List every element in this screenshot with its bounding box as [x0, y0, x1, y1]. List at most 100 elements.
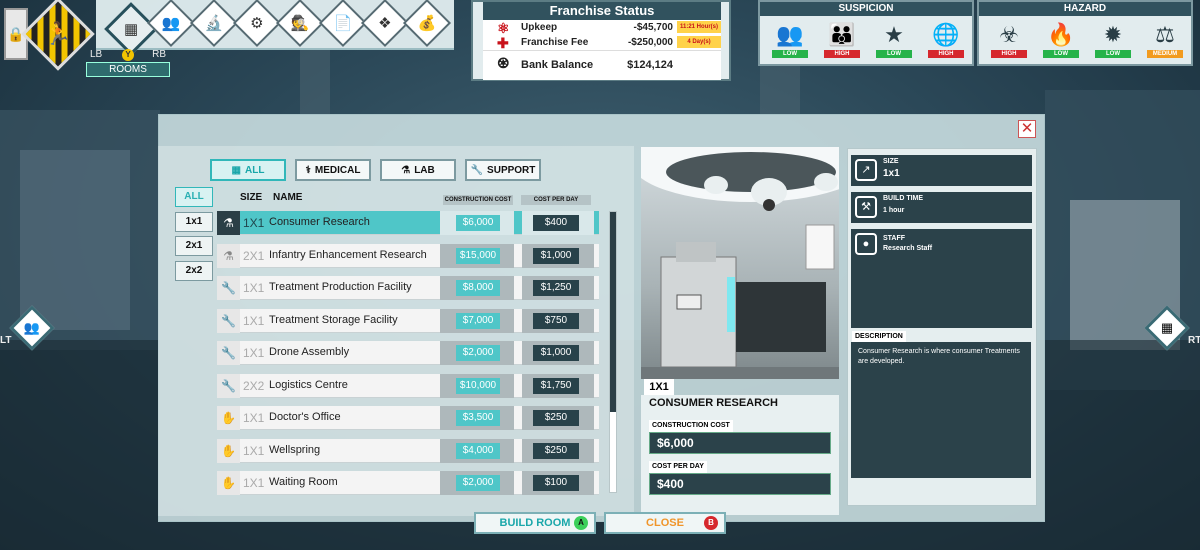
- room-row[interactable]: 🔧 2X2 Logistics Centre $10,000 $1,750: [217, 373, 599, 398]
- flask-icon: ⚗: [401, 164, 411, 176]
- size-filter-2x1[interactable]: 2x1: [175, 236, 213, 256]
- staff-value: Research Staff: [883, 245, 933, 252]
- size-detail: ↗ SIZE 1x1: [851, 155, 1032, 186]
- room-construction-cost: $2,000: [456, 345, 500, 361]
- room-per-day-cell: $250: [522, 406, 594, 430]
- size-filter-2x2[interactable]: 2x2: [175, 261, 213, 281]
- room-construction-cost: $8,000: [456, 280, 500, 296]
- hammer-icon: ⚒: [855, 196, 877, 218]
- suspicion-indicator[interactable]: 👥 LOW: [772, 20, 808, 58]
- room-construction-cost: $7,000: [456, 312, 500, 329]
- hazard-indicator[interactable]: ☣ HIGH: [991, 20, 1027, 58]
- room-row[interactable]: 🔧 1X1 Drone Assembly $2,000 $1,000: [217, 341, 599, 365]
- size-detail-label: SIZE: [883, 158, 899, 165]
- room-construction-cell: $4,000: [440, 438, 514, 463]
- stethoscope-icon: ⚕: [305, 164, 311, 176]
- suspicion-indicator[interactable]: ★ LOW: [876, 20, 912, 58]
- document-icon[interactable]: 📄: [318, 0, 368, 48]
- room-per-day-cell: $1,250: [522, 276, 594, 300]
- room-cost-per-day: $250: [533, 442, 579, 459]
- suspicion-level-badge: LOW: [876, 50, 912, 58]
- robot-arm-icon[interactable]: ⚙: [232, 0, 282, 48]
- upkeep-timer: 11:21 Hour(s): [677, 21, 721, 33]
- cost-per-day-label: COST PER DAY: [649, 461, 707, 473]
- room-cost-per-day: $400: [533, 215, 579, 231]
- construction-cost-header: CONSTRUCTION COST: [443, 195, 513, 205]
- rooms-diamond-icon[interactable]: ▦: [104, 2, 158, 56]
- close-icon[interactable]: ✕: [1018, 120, 1036, 138]
- y-button-icon: Y: [122, 49, 134, 61]
- description-label: DESCRIPTION: [852, 331, 906, 342]
- room-row[interactable]: ⚗ 2X1 Infantry Enhancement Research $15,000…: [217, 243, 599, 268]
- room-row[interactable]: 🔧 1X1 Treatment Storage Facility $7,000 $750: [217, 308, 599, 333]
- build-room-button[interactable]: BUILD ROOM A: [474, 512, 596, 534]
- staff-role-icon: ●: [855, 233, 877, 255]
- biohazard-icon: ☣: [999, 22, 1019, 47]
- rt-label: RT: [1188, 335, 1200, 346]
- scrollbar-thumb[interactable]: [610, 212, 616, 412]
- room-per-day-cell: $100: [522, 471, 594, 495]
- room-name: Consumer Research: [269, 216, 370, 228]
- rooms-label[interactable]: ROOMS: [86, 62, 170, 77]
- room-type-icon: ✋: [217, 438, 240, 463]
- room-type-icon: 🔧: [217, 341, 240, 365]
- room-name: Doctor's Office: [269, 411, 341, 423]
- balance-row: ♼ Bank Balance $124,124: [483, 50, 721, 76]
- network-icon[interactable]: ❖: [360, 0, 410, 48]
- room-type-icon: ⚗: [217, 211, 240, 235]
- room-row[interactable]: 🔧 1X1 Treatment Production Facility $8,000 $…: [217, 276, 599, 300]
- hazard-indicator[interactable]: ✹ LOW: [1095, 20, 1131, 58]
- vault-icon[interactable]: 💰: [402, 0, 452, 48]
- suspicion-indicator[interactable]: 🌐 HIGH: [928, 20, 964, 58]
- microscope-icon[interactable]: 🔬: [189, 0, 239, 48]
- fee-row: ✚ Franchise Fee -$250,000 4 Day(s): [483, 35, 721, 51]
- media-icon: 🌐: [932, 22, 960, 47]
- tab-all[interactable]: ▦ ALL: [210, 159, 286, 181]
- upkeep-label: Upkeep: [521, 22, 558, 33]
- room-row[interactable]: ✋ 1X1 Doctor's Office $3,500 $250: [217, 406, 599, 430]
- cost-per-day-value: $400: [649, 473, 831, 495]
- room-construction-cell: $7,000: [440, 308, 514, 333]
- franchise-status-panel: Franchise Status ⚛ Upkeep -$45,700 11:21…: [471, 0, 731, 81]
- size-filter-all[interactable]: ALL: [175, 187, 213, 207]
- room-name: Logistics Centre: [269, 378, 348, 391]
- room-cost-per-day: $1,250: [533, 280, 579, 296]
- tab-medical[interactable]: ⚕ MEDICAL: [295, 159, 371, 181]
- agent-icon[interactable]: 🕵: [275, 0, 325, 48]
- hazard-level-badge: HIGH: [991, 50, 1027, 58]
- hazard-indicator[interactable]: 🔥 LOW: [1043, 20, 1079, 58]
- room-row[interactable]: ✋ 1X1 Waiting Room $2,000 $100: [217, 471, 599, 495]
- explosion-icon: ✹: [1103, 22, 1123, 47]
- balance-value: $124,124: [627, 59, 673, 71]
- suspicion-indicator[interactable]: 👪 HIGH: [824, 20, 860, 58]
- room-size: 1X1: [243, 216, 265, 230]
- room-cost-per-day: $250: [533, 410, 579, 426]
- tab-lab[interactable]: ⚗ LAB: [380, 159, 456, 181]
- room-name: Drone Assembly: [269, 346, 350, 358]
- room-construction-cell: $8,000: [440, 276, 514, 300]
- fire-icon: 🔥: [1047, 22, 1075, 47]
- size-filter-1x1[interactable]: 1x1: [175, 212, 213, 232]
- close-button[interactable]: CLOSE B: [604, 512, 726, 534]
- tab-support[interactable]: 🔧 SUPPORT: [465, 159, 541, 181]
- group-icon: 👪: [828, 22, 856, 47]
- room-per-day-cell: $1,750: [522, 373, 594, 398]
- balance-label: Bank Balance: [521, 59, 594, 71]
- franchise-title: Franchise Status: [483, 2, 721, 20]
- description-text: Consumer Research is where consumer Trea…: [851, 342, 1031, 478]
- room-construction-cell: $10,000: [440, 373, 514, 398]
- room-row[interactable]: ✋ 1X1 Wellspring $4,000 $250: [217, 438, 599, 463]
- build-time-value: 1 hour: [883, 207, 905, 214]
- suspicion-level-badge: LOW: [772, 50, 808, 58]
- room-row[interactable]: ⚗ 1X1 Consumer Research $6,000 $400: [217, 211, 599, 235]
- fee-label: Franchise Fee: [521, 37, 589, 48]
- room-type-icon: ⚗: [217, 243, 240, 268]
- room-construction-cost: $4,000: [456, 442, 500, 459]
- staff-icon[interactable]: 👥: [146, 0, 196, 48]
- room-size: 1X1: [243, 476, 265, 490]
- rb-label: RB: [152, 49, 166, 60]
- room-construction-cost: $15,000: [456, 247, 500, 264]
- size-detail-value: 1x1: [883, 168, 900, 179]
- rooms-tab-icon: ▦: [231, 164, 241, 176]
- hazard-indicator[interactable]: ⚖ MEDIUM: [1147, 20, 1183, 58]
